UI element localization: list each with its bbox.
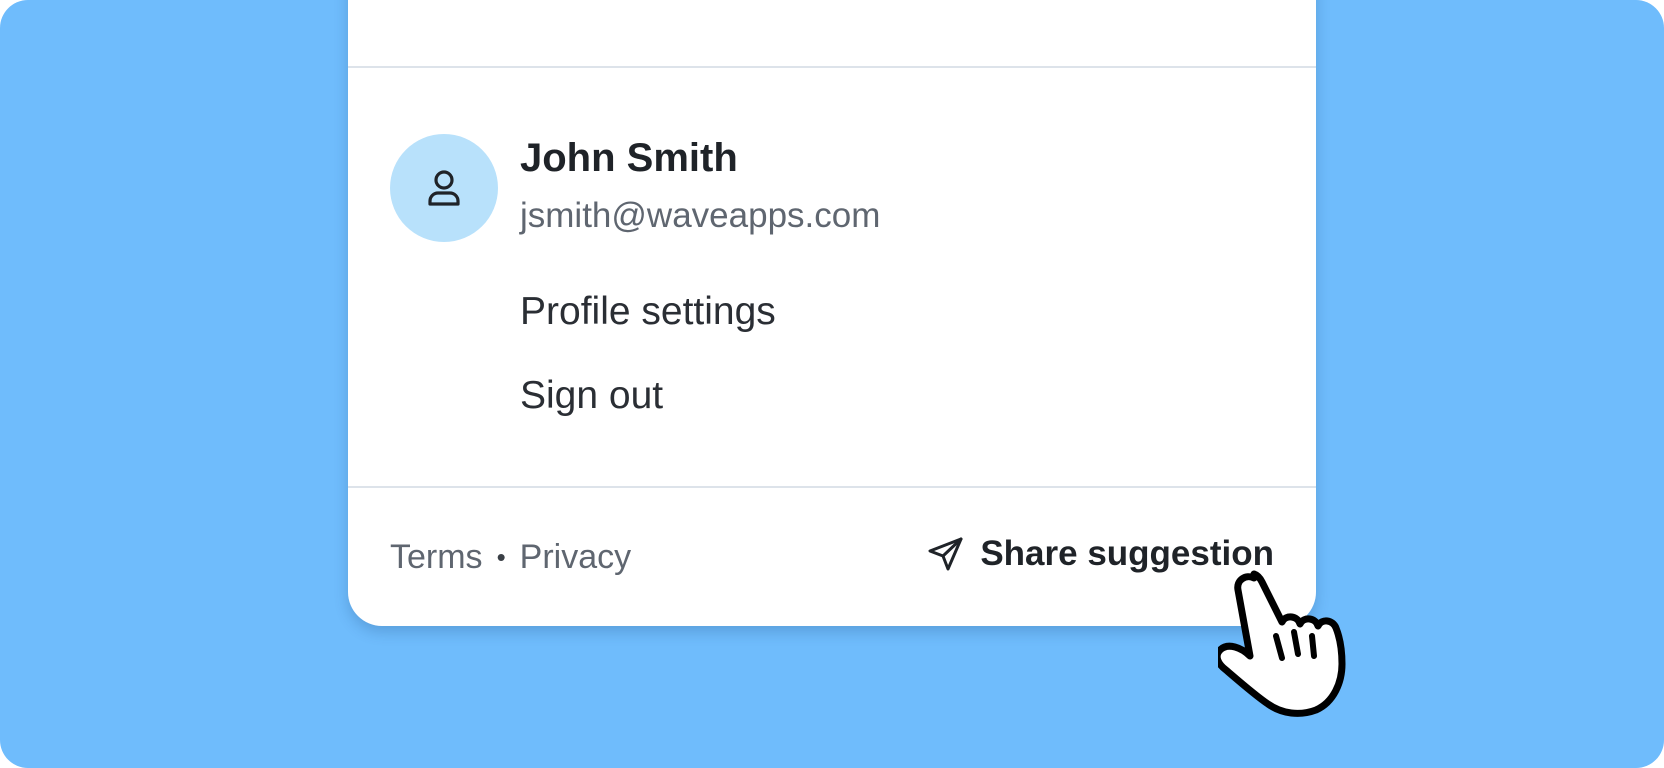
sign-out-link[interactable]: Sign out xyxy=(520,374,663,418)
pointer-hand-icon xyxy=(1218,570,1346,717)
paper-plane-icon xyxy=(928,537,963,571)
account-menu-panel: John Smith jsmith@waveapps.com Profile s… xyxy=(348,0,1316,626)
terms-link[interactable]: Terms xyxy=(390,538,483,577)
footer-separator: • xyxy=(496,542,506,572)
divider-top xyxy=(348,66,1316,68)
footer-links: Terms • Privacy xyxy=(390,538,631,577)
background-stage: John Smith jsmith@waveapps.com Profile s… xyxy=(0,0,1664,768)
avatar xyxy=(390,134,498,242)
divider-bottom xyxy=(348,486,1316,488)
user-icon xyxy=(428,170,460,206)
user-email: jsmith@waveapps.com xyxy=(520,196,881,235)
profile-settings-link[interactable]: Profile settings xyxy=(520,290,776,334)
privacy-link[interactable]: Privacy xyxy=(520,538,631,577)
user-name: John Smith xyxy=(520,136,738,180)
